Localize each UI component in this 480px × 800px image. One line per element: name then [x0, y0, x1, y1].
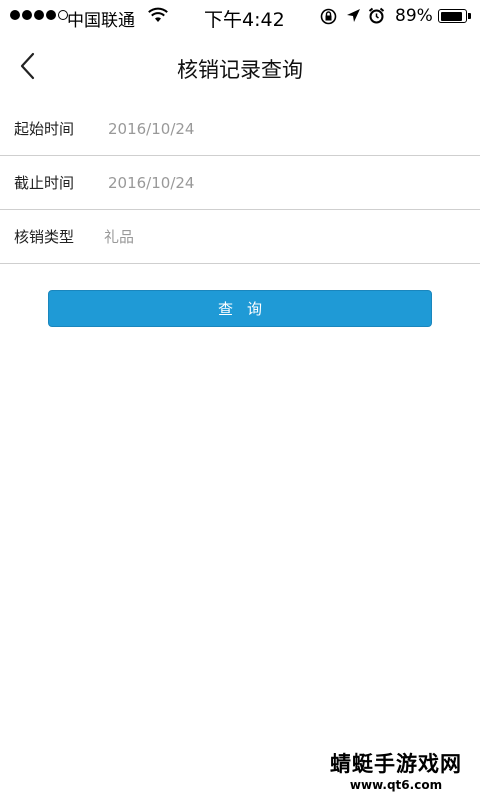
query-form: 起始时间 2016/10/24 截止时间 2016/10/24 核销类型 礼品 [0, 102, 480, 264]
rotation-lock-icon [320, 8, 337, 25]
location-icon [347, 9, 360, 22]
wifi-icon [148, 7, 168, 22]
start-time-field[interactable]: 2016/10/24 [108, 120, 194, 138]
type-field[interactable]: 礼品 [104, 226, 134, 247]
page-title: 核销记录查询 [177, 58, 303, 82]
query-button[interactable]: 查询 [48, 290, 432, 327]
start-time-row[interactable]: 起始时间 2016/10/24 [0, 102, 480, 156]
type-row[interactable]: 核销类型 礼品 [0, 210, 480, 264]
end-time-row[interactable]: 截止时间 2016/10/24 [0, 156, 480, 210]
battery-level-fill [440, 11, 462, 21]
battery-percent: 89% [395, 6, 433, 26]
navigation-bar: 核销记录查询 [0, 32, 480, 102]
status-bar: 中国联通 下午4:42 89% [0, 0, 480, 32]
watermark: 蜻蜓手游戏网 www.qt6.com [330, 748, 462, 792]
end-time-field[interactable]: 2016/10/24 [108, 174, 194, 192]
watermark-url: www.qt6.com [349, 778, 443, 792]
end-time-label: 截止时间 [14, 174, 75, 192]
alarm-icon [368, 7, 385, 24]
battery-icon [438, 9, 471, 23]
carrier-name: 中国联通 [67, 11, 135, 31]
watermark-text: 蜻蜓手游戏网 [330, 752, 462, 776]
signal-strength-icon [10, 10, 68, 20]
start-time-label: 起始时间 [14, 120, 75, 138]
status-time: 下午4:42 [204, 9, 285, 31]
type-label: 核销类型 [14, 228, 75, 246]
